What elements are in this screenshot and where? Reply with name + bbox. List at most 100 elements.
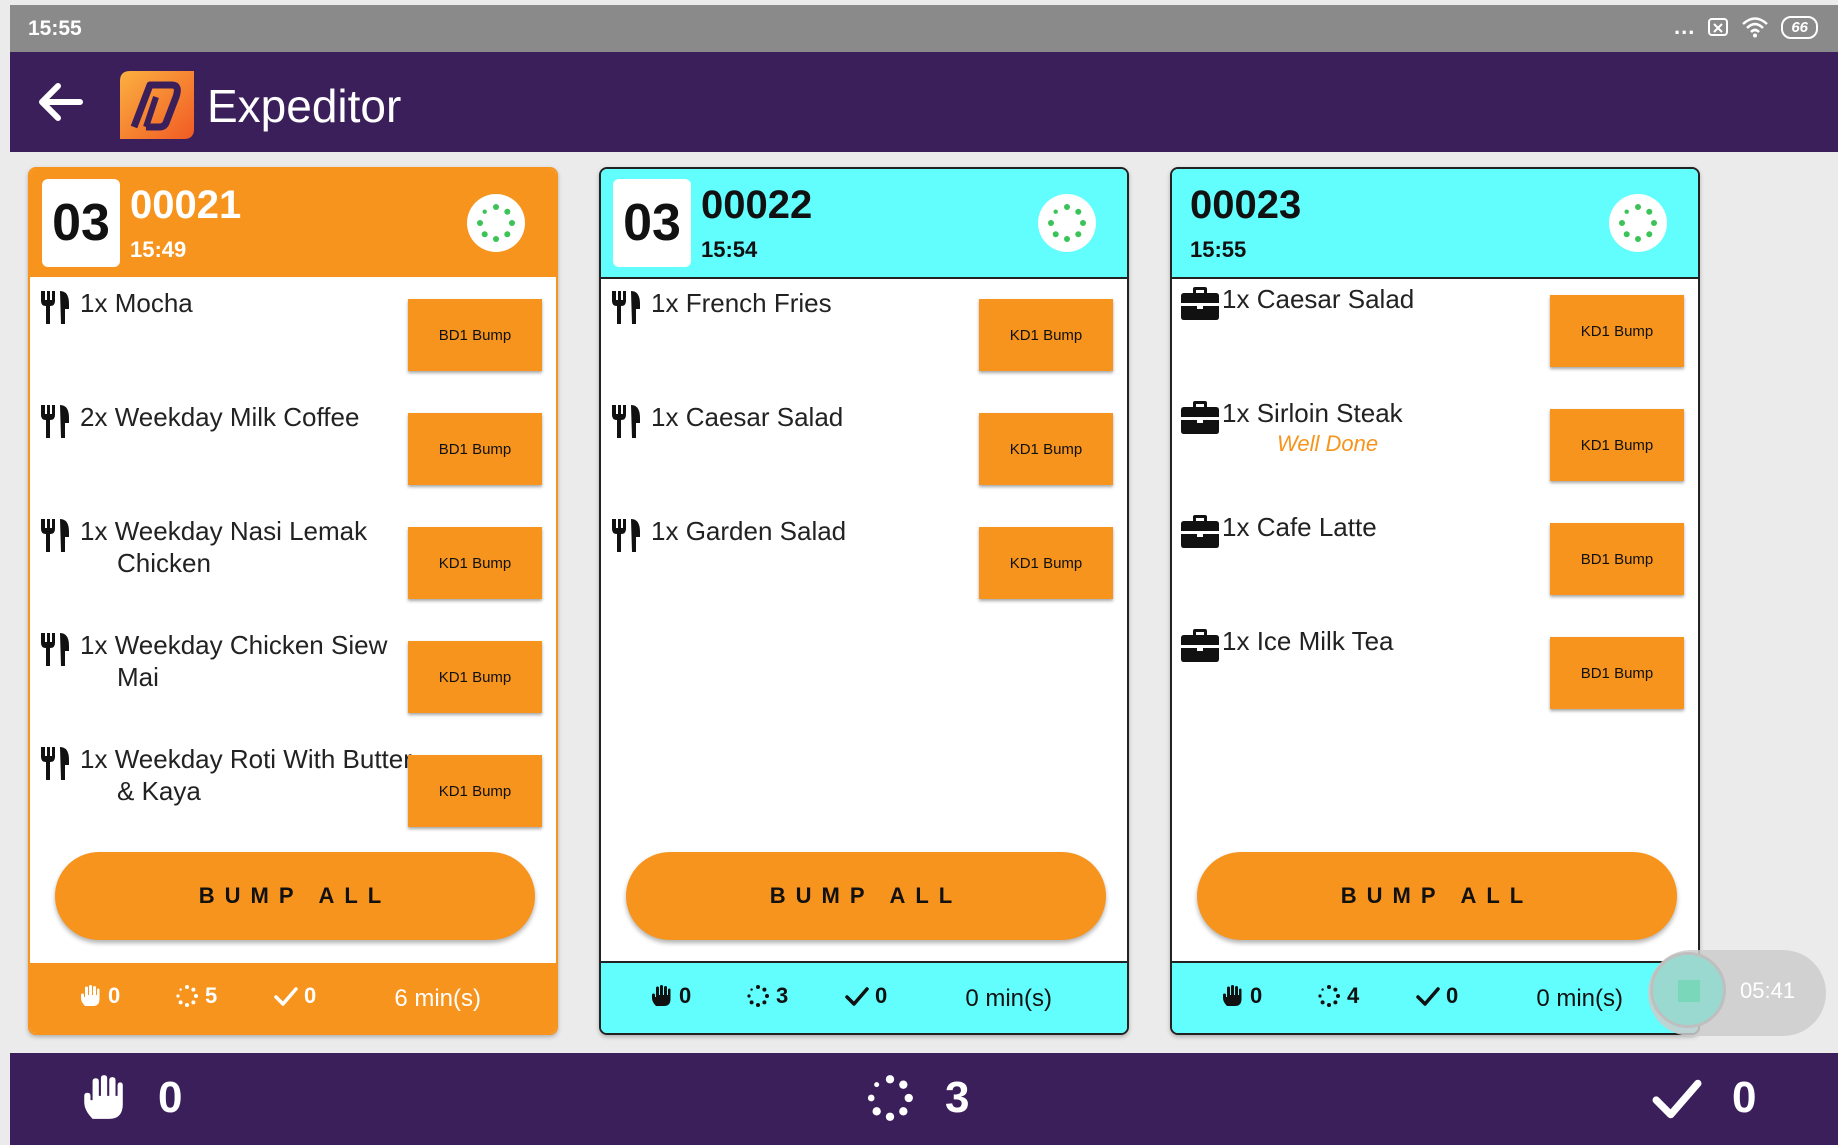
pending-count: 5 xyxy=(175,983,217,1009)
done-value: 0 xyxy=(304,983,317,1008)
item-qty: 1x xyxy=(651,516,679,546)
bump-button[interactable]: KD1 Bump xyxy=(979,527,1113,599)
item-text: 1x Ice Milk Tea xyxy=(1222,625,1559,657)
item-list: 1x Caesar Salad KD1 Bump 1x Sirloin Stea… xyxy=(1172,273,1698,729)
item-name: Weekday Roti With Butter & Kaya xyxy=(114,744,412,806)
bump-button[interactable]: BD1 Bump xyxy=(408,299,542,371)
elapsed-time: 6 min(s) xyxy=(394,985,481,1012)
list-item: 1x Ice Milk Tea BD1 Bump xyxy=(1172,615,1698,729)
timer-value: 05:41 xyxy=(1740,978,1796,1003)
elapsed-time: 0 min(s) xyxy=(1536,985,1623,1012)
bump-button[interactable]: KD1 Bump xyxy=(979,413,1113,485)
total-hold-value: 0 xyxy=(158,1073,183,1122)
check-icon xyxy=(274,987,298,1006)
list-item: 1x Caesar Salad KD1 Bump xyxy=(1172,273,1698,387)
item-qty: 1x xyxy=(1222,398,1250,428)
item-name: Caesar Salad xyxy=(1256,284,1415,314)
bump-button[interactable]: BD1 Bump xyxy=(1550,523,1684,595)
item-text: 1x Mocha xyxy=(80,287,417,319)
bump-button[interactable]: KD1 Bump xyxy=(408,755,542,827)
item-name: Garden Salad xyxy=(685,516,847,546)
back-arrow-icon[interactable] xyxy=(36,80,84,124)
bump-all-button[interactable]: BUMP ALL xyxy=(55,852,535,940)
list-item: 1x Weekday Roti With Butter & Kaya KD1 B… xyxy=(30,733,556,847)
pending-status-icon[interactable] xyxy=(1608,193,1668,253)
item-text: 1x Cafe Latte xyxy=(1222,511,1559,543)
pending-count: 4 xyxy=(1317,983,1359,1009)
item-name: Cafe Latte xyxy=(1256,512,1377,542)
bump-button[interactable]: KD1 Bump xyxy=(979,299,1113,371)
status-bar: 15:55 ... 66 xyxy=(10,5,1838,52)
total-pending: 3 xyxy=(865,1073,969,1123)
item-qty: 1x xyxy=(651,402,679,432)
order-time: 15:54 xyxy=(701,237,758,262)
done-value: 0 xyxy=(875,983,888,1008)
done-value: 0 xyxy=(1446,983,1459,1008)
pending-status-icon[interactable] xyxy=(1037,193,1097,253)
record-icon[interactable] xyxy=(1650,952,1726,1028)
utensils-icon xyxy=(41,633,69,666)
hold-value: 0 xyxy=(108,983,121,1008)
total-hold: 0 xyxy=(78,1073,182,1123)
done-count: 0 xyxy=(1416,983,1458,1009)
loading-dots-icon xyxy=(867,1075,913,1121)
more-dots-icon: ... xyxy=(1673,14,1696,39)
item-qty: 1x xyxy=(1222,284,1250,314)
floating-timer[interactable]: 05:41 xyxy=(1648,950,1826,1036)
bump-all-button[interactable]: BUMP ALL xyxy=(1197,852,1677,940)
bump-button[interactable]: KD1 Bump xyxy=(1550,409,1684,481)
status-time: 15:55 xyxy=(28,17,82,40)
briefcase-icon xyxy=(1181,287,1219,320)
item-text: 2x Weekday Milk Coffee xyxy=(80,401,417,433)
total-done: 0 xyxy=(1652,1073,1756,1123)
bump-button[interactable]: KD1 Bump xyxy=(1550,295,1684,367)
check-icon xyxy=(845,987,869,1006)
bump-button[interactable]: KD1 Bump xyxy=(408,527,542,599)
app-bar: Expeditor xyxy=(10,52,1838,152)
utensils-icon xyxy=(41,405,69,438)
bump-all-button[interactable]: BUMP ALL xyxy=(626,852,1106,940)
pending-status-icon[interactable] xyxy=(466,193,526,253)
list-item: 1x Sirloin Steak Well Done KD1 Bump xyxy=(1172,387,1698,501)
item-name: Weekday Nasi Lemak Chicken xyxy=(114,516,368,578)
item-name: French Fries xyxy=(685,288,832,318)
hold-count: 0 xyxy=(78,983,120,1009)
briefcase-icon xyxy=(1181,401,1219,434)
item-text: 1x Weekday Chicken Siew Mai xyxy=(80,629,417,693)
item-qty: 1x xyxy=(80,516,108,546)
order-time: 15:55 xyxy=(1190,237,1247,262)
hand-icon xyxy=(1223,985,1242,1006)
bump-button[interactable]: BD1 Bump xyxy=(408,413,542,485)
pending-value: 3 xyxy=(776,983,789,1008)
ticket-header: 03 00022 15:54 xyxy=(601,169,1127,279)
item-text: 1x Weekday Nasi Lemak Chicken xyxy=(80,515,417,579)
pending-count: 3 xyxy=(746,983,788,1009)
sim-off-icon xyxy=(1708,18,1729,36)
wifi-icon xyxy=(1742,17,1769,38)
bump-button[interactable]: BD1 Bump xyxy=(1550,637,1684,709)
list-item: 1x French Fries KD1 Bump xyxy=(601,277,1127,391)
item-name: Weekday Chicken Siew Mai xyxy=(114,630,388,692)
ticket-footer: 0 5 0 6 min(s) xyxy=(30,963,556,1033)
order-ticket: 03 00022 15:54 1x French Fries KD1 Bump … xyxy=(599,167,1129,1035)
order-number: 00023 xyxy=(1190,183,1302,227)
loading-dots-icon xyxy=(747,985,769,1007)
app-logo-icon xyxy=(120,71,194,139)
item-text: 1x Caesar Salad xyxy=(1222,283,1559,315)
item-text: 1x Garden Salad xyxy=(651,515,988,547)
item-note: Well Done xyxy=(1277,431,1379,456)
briefcase-icon xyxy=(1181,629,1219,662)
utensils-icon xyxy=(41,519,69,552)
order-number: 00021 xyxy=(130,183,242,227)
system-icons: ... 66 xyxy=(1674,14,1818,40)
item-text: 1x Caesar Salad xyxy=(651,401,988,433)
hand-icon xyxy=(84,1075,123,1119)
list-item: 1x Weekday Nasi Lemak Chicken KD1 Bump xyxy=(30,505,556,619)
bump-button[interactable]: KD1 Bump xyxy=(408,641,542,713)
item-qty: 1x xyxy=(1222,512,1250,542)
app-frame: 15:55 ... 66 Expeditor 03 00021 15:49 1x… xyxy=(10,5,1838,1145)
utensils-icon xyxy=(612,519,640,552)
order-time: 15:49 xyxy=(130,237,187,262)
ticket-header: 00023 15:55 xyxy=(1172,169,1698,279)
item-text: 1x French Fries xyxy=(651,287,988,319)
